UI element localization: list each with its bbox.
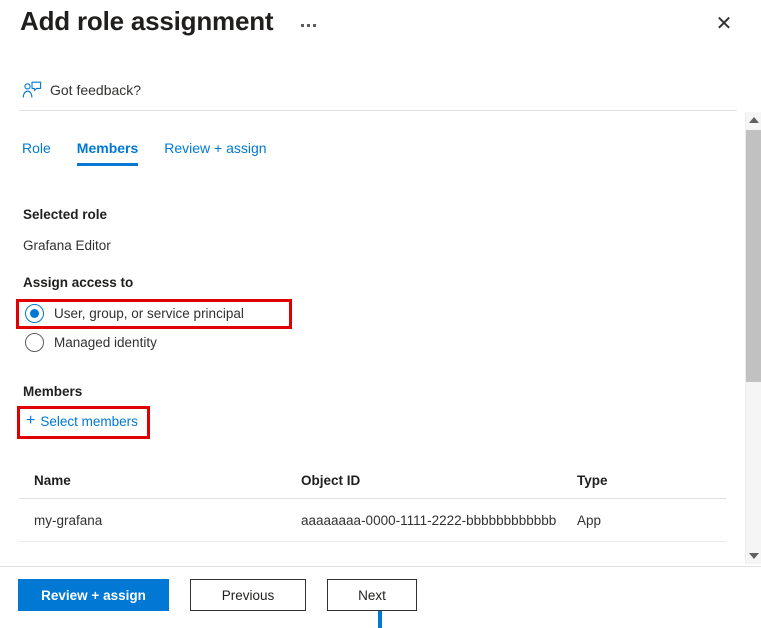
tab-role[interactable]: Role — [22, 140, 51, 166]
header-divider — [19, 110, 737, 111]
caret-down-glyph — [749, 553, 759, 559]
ellipsis-dot — [313, 24, 316, 27]
got-feedback-label: Got feedback? — [50, 82, 141, 98]
wizard-tabs: Role Members Review + assign — [22, 140, 267, 166]
radio-user-group-service-principal[interactable]: User, group, or service principal — [25, 304, 244, 323]
select-members-label: Select members — [40, 414, 138, 429]
tab-members[interactable]: Members — [77, 140, 138, 166]
plus-icon: + — [26, 413, 35, 429]
assign-access-heading: Assign access to — [23, 275, 133, 290]
dialog-header: Add role assignment ✕ — [0, 0, 761, 58]
tab-review-assign[interactable]: Review + assign — [164, 140, 266, 166]
ellipsis-dot — [307, 24, 310, 27]
radio-button-unselected-icon — [25, 333, 44, 352]
radio-label: Managed identity — [54, 335, 157, 350]
selected-role-heading: Selected role — [23, 207, 107, 222]
radio-button-selected-icon — [25, 304, 44, 323]
selected-role-value: Grafana Editor — [23, 238, 111, 253]
feedback-person-icon — [22, 81, 42, 99]
radio-managed-identity[interactable]: Managed identity — [25, 333, 157, 352]
table-header-row: Name Object ID Type — [19, 462, 726, 499]
table-row[interactable]: my-grafana aaaaaaaa-0000-1111-2222-bbbbb… — [19, 499, 726, 542]
select-members-link[interactable]: + Select members — [26, 413, 138, 429]
ellipsis-dot — [301, 24, 304, 27]
scrollbar-thumb[interactable] — [746, 130, 761, 382]
close-icon[interactable]: ✕ — [709, 9, 739, 39]
previous-button[interactable]: Previous — [190, 579, 306, 611]
cell-object-id: aaaaaaaa-0000-1111-2222-bbbbbbbbbbbb — [301, 513, 577, 528]
cell-name: my-grafana — [19, 513, 301, 528]
page-title: Add role assignment — [20, 6, 273, 37]
scroll-down-arrow-icon[interactable] — [746, 548, 761, 564]
column-header-object-id: Object ID — [301, 473, 577, 488]
review-assign-button[interactable]: Review + assign — [18, 579, 169, 611]
got-feedback-link[interactable]: Got feedback? — [22, 76, 141, 104]
column-header-type: Type — [577, 473, 707, 488]
radio-label: User, group, or service principal — [54, 306, 244, 321]
more-options-icon[interactable] — [296, 13, 320, 37]
scroll-up-arrow-icon[interactable] — [746, 112, 761, 128]
focus-caret-indicator — [378, 611, 382, 628]
members-table: Name Object ID Type my-grafana aaaaaaaa-… — [19, 462, 726, 542]
vertical-scrollbar[interactable] — [745, 112, 761, 564]
cell-type: App — [577, 513, 707, 528]
caret-up-glyph — [749, 117, 759, 123]
next-button[interactable]: Next — [327, 579, 417, 611]
members-heading: Members — [23, 384, 82, 399]
column-header-name: Name — [19, 473, 301, 488]
